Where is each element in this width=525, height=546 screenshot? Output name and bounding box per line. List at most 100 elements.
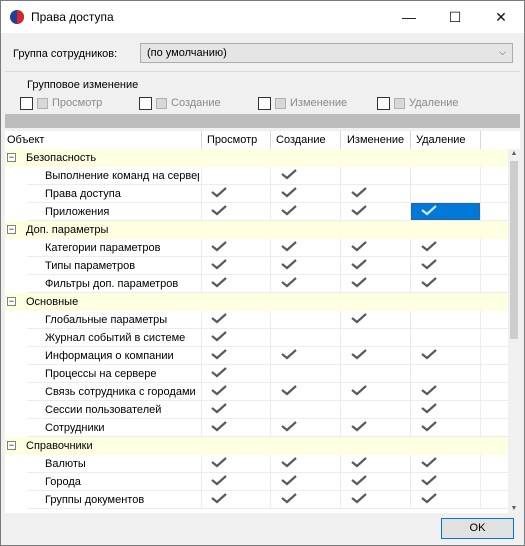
table-row[interactable]: Процессы на сервере <box>5 365 508 383</box>
check-icon[interactable] <box>281 384 299 399</box>
check-icon[interactable] <box>211 330 229 345</box>
row-label: Выполнение команд на сервере <box>45 170 199 182</box>
employee-group-select[interactable]: (по умолчанию) ⌵ <box>140 43 513 63</box>
row-label: Типы параметров <box>45 260 136 272</box>
table-row[interactable]: Валюты <box>5 455 508 473</box>
table-row[interactable]: Фильтры доп. параметров <box>5 275 508 293</box>
check-icon[interactable] <box>351 420 369 435</box>
column-delete[interactable]: Удаление <box>416 134 466 146</box>
check-icon[interactable] <box>281 456 299 471</box>
check-icon[interactable] <box>421 276 439 291</box>
row-label: Информация о компании <box>45 350 174 362</box>
row-label: Приложения <box>45 206 110 218</box>
check-icon[interactable] <box>351 456 369 471</box>
table-row[interactable]: Категории параметров <box>5 239 508 257</box>
check-icon[interactable] <box>421 402 439 417</box>
check-icon[interactable] <box>421 204 439 219</box>
table-row[interactable]: Журнал событий в системе <box>5 329 508 347</box>
check-icon[interactable] <box>281 492 299 507</box>
check-icon[interactable] <box>211 312 229 327</box>
group-row[interactable]: − Доп. параметры <box>5 221 508 239</box>
check-icon[interactable] <box>281 240 299 255</box>
maximize-button[interactable]: ☐ <box>432 1 478 33</box>
check-icon[interactable] <box>211 366 229 381</box>
check-icon[interactable] <box>281 348 299 363</box>
check-icon[interactable] <box>211 456 229 471</box>
scroll-down-icon[interactable]: ▼ <box>508 505 520 512</box>
group-row[interactable]: − Справочники <box>5 437 508 455</box>
group-row[interactable]: − Безопасность <box>5 149 508 167</box>
check-icon[interactable] <box>351 474 369 489</box>
check-icon[interactable] <box>211 276 229 291</box>
checkbox-icon[interactable] <box>258 97 271 110</box>
check-icon[interactable] <box>421 348 439 363</box>
collapse-icon[interactable]: − <box>7 441 16 450</box>
check-icon[interactable] <box>211 492 229 507</box>
table-row[interactable]: Типы параметров <box>5 257 508 275</box>
table-row[interactable]: Глобальные параметры <box>5 311 508 329</box>
table-row[interactable]: Приложения <box>5 203 508 221</box>
check-icon[interactable] <box>281 474 299 489</box>
column-view[interactable]: Просмотр <box>207 134 257 146</box>
check-icon[interactable] <box>351 276 369 291</box>
check-icon[interactable] <box>281 168 299 183</box>
table-row[interactable]: Выполнение команд на сервере <box>5 167 508 185</box>
check-icon[interactable] <box>351 312 369 327</box>
check-icon[interactable] <box>421 474 439 489</box>
group-row[interactable]: − Основные <box>5 293 508 311</box>
checkbox-icon[interactable] <box>377 97 390 110</box>
check-icon[interactable] <box>351 384 369 399</box>
check-icon[interactable] <box>211 420 229 435</box>
table-row[interactable]: Сотрудники <box>5 419 508 437</box>
group-change-view-label: Просмотр <box>52 97 103 109</box>
check-icon[interactable] <box>211 258 229 273</box>
check-icon[interactable] <box>421 456 439 471</box>
ok-button[interactable]: OK <box>441 518 514 539</box>
check-icon[interactable] <box>351 348 369 363</box>
table-row[interactable]: Права доступа <box>5 185 508 203</box>
check-icon[interactable] <box>211 348 229 363</box>
check-icon[interactable] <box>351 240 369 255</box>
check-icon[interactable] <box>211 402 229 417</box>
scroll-up-icon[interactable]: ▲ <box>508 150 520 157</box>
check-icon[interactable] <box>281 420 299 435</box>
collapse-icon[interactable]: − <box>7 297 16 306</box>
check-icon[interactable] <box>351 492 369 507</box>
check-icon[interactable] <box>211 384 229 399</box>
vertical-scrollbar[interactable]: ▲ ▼ <box>508 149 520 513</box>
check-icon[interactable] <box>211 474 229 489</box>
collapse-icon[interactable]: − <box>7 225 16 234</box>
check-icon[interactable] <box>281 258 299 273</box>
row-label: Группы документов <box>45 494 145 506</box>
table-row[interactable]: Группы документов <box>5 491 508 509</box>
check-icon[interactable] <box>351 204 369 219</box>
check-icon[interactable] <box>351 258 369 273</box>
check-icon[interactable] <box>421 492 439 507</box>
row-label: Глобальные параметры <box>45 314 168 326</box>
check-icon[interactable] <box>211 240 229 255</box>
check-icon[interactable] <box>281 204 299 219</box>
check-icon[interactable] <box>351 186 369 201</box>
table-row[interactable]: Сессии пользователей <box>5 401 508 419</box>
check-icon[interactable] <box>421 240 439 255</box>
check-icon[interactable] <box>421 384 439 399</box>
column-edit[interactable]: Изменение <box>347 134 404 146</box>
check-icon[interactable] <box>211 186 229 201</box>
horizontal-scrollbar[interactable] <box>5 114 520 128</box>
minimize-button[interactable]: — <box>386 1 432 33</box>
checkbox-icon[interactable] <box>139 97 152 110</box>
scroll-thumb[interactable] <box>510 161 518 339</box>
check-icon[interactable] <box>281 186 299 201</box>
column-object[interactable]: Объект <box>7 134 44 146</box>
column-create[interactable]: Создание <box>276 134 326 146</box>
table-row[interactable]: Города <box>5 473 508 491</box>
table-row[interactable]: Информация о компании <box>5 347 508 365</box>
check-icon[interactable] <box>421 258 439 273</box>
table-row[interactable]: Связь сотрудника с городами <box>5 383 508 401</box>
check-icon[interactable] <box>421 420 439 435</box>
collapse-icon[interactable]: − <box>7 153 16 162</box>
check-icon[interactable] <box>281 276 299 291</box>
close-button[interactable]: ✕ <box>478 1 524 33</box>
check-icon[interactable] <box>211 204 229 219</box>
checkbox-icon[interactable] <box>20 97 33 110</box>
